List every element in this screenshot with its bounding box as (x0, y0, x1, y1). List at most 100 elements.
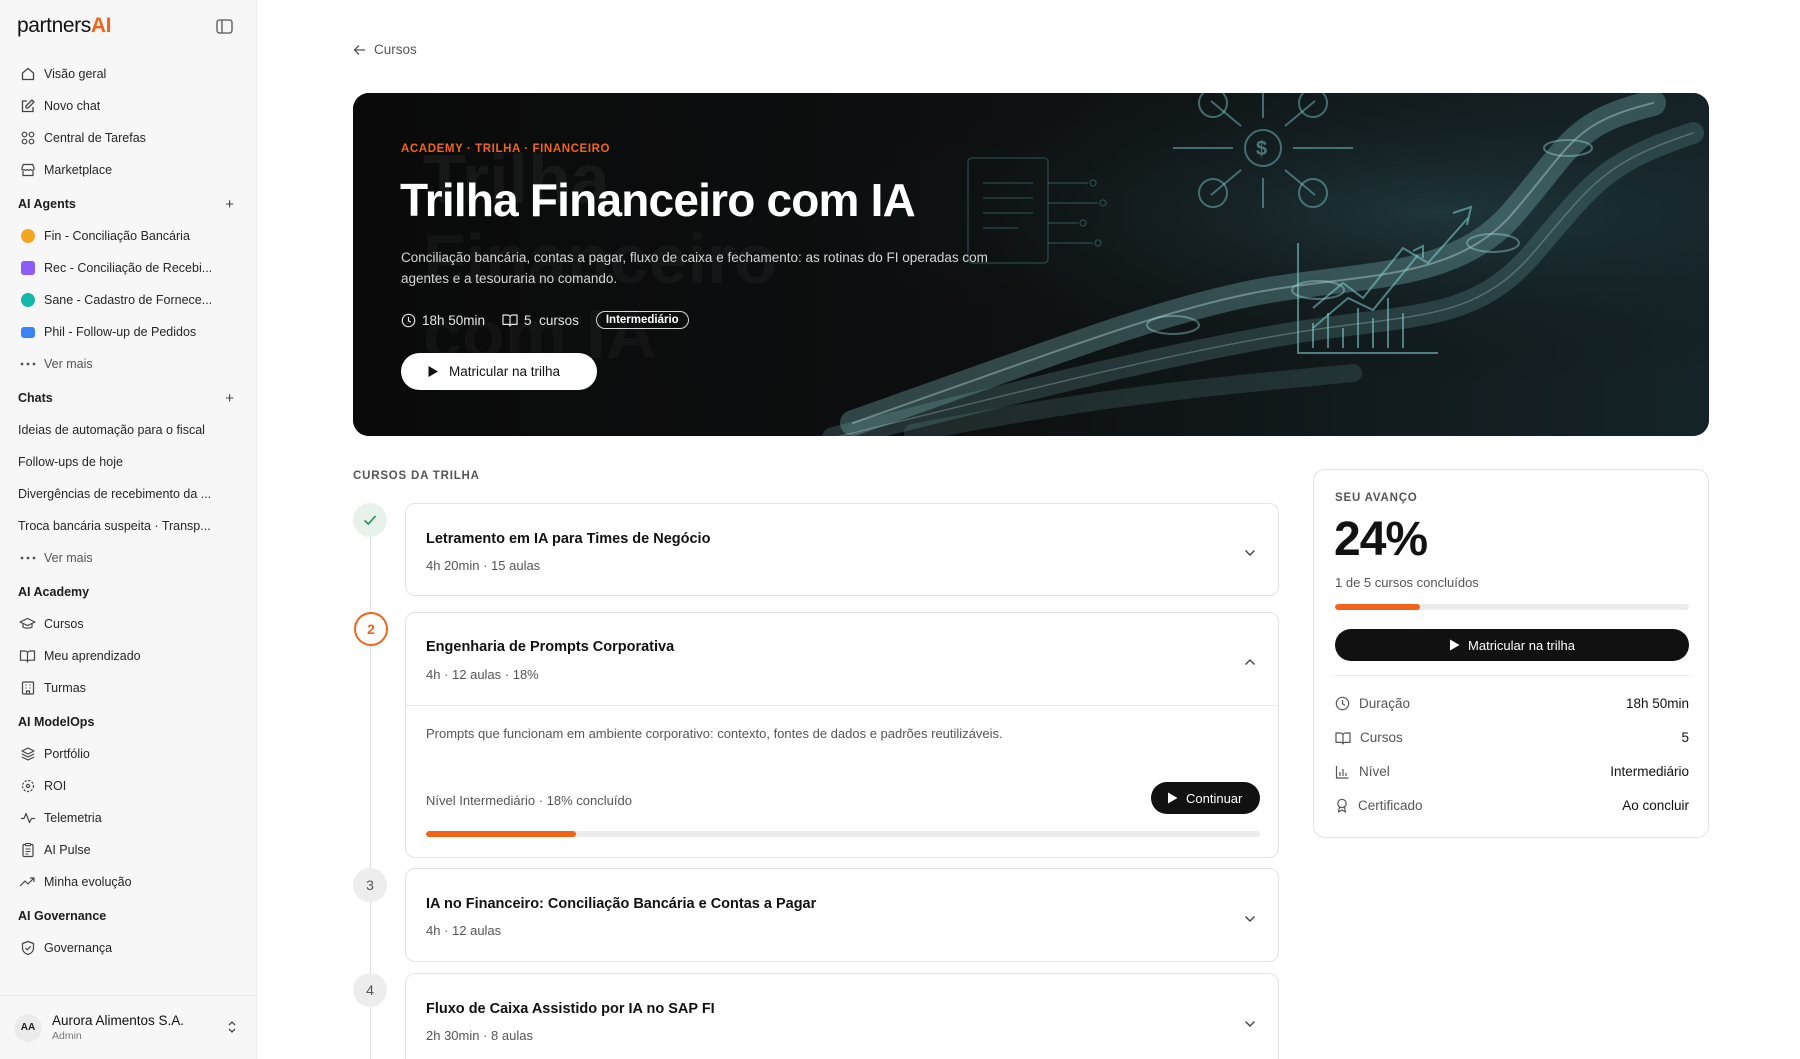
chat-title: Follow-ups de hoje (18, 455, 123, 469)
course-title: Engenharia de Prompts Corporativa (426, 639, 675, 655)
org-role: Admin (52, 1030, 82, 1042)
course-level-status: Nível Intermediário · 18% concluído (426, 793, 632, 808)
course-title: IA no Financeiro: Conciliação Bancária e… (426, 896, 817, 912)
hero-eyebrow: ACADEMY · TRILHA · FINANCEIRO (401, 143, 611, 155)
sidebar-item-turmas[interactable]: Turmas (0, 672, 256, 704)
section-title: AI ModelOps (18, 715, 95, 729)
overall-progress-fill (1335, 604, 1420, 610)
detail-value: 5 (1681, 730, 1689, 745)
hero-description: Conciliação bancária, contas a pagar, fl… (401, 250, 988, 286)
sidebar-item-governanca[interactable]: Governança (0, 932, 256, 964)
agent-avatar-icon (19, 228, 36, 245)
hero-duration: 18h 50min (401, 313, 485, 328)
sidebar-item-agent-rec[interactable]: Rec - Conciliação de Recebi... (0, 252, 256, 284)
step-number: 3 (353, 868, 387, 902)
award-icon (1337, 798, 1347, 813)
section-title: AI Academy (18, 585, 90, 599)
chat-title: Ideias de automação para o fiscal (18, 423, 205, 437)
org-switcher[interactable]: AA Aurora Alimentos S.A. Admin (0, 995, 256, 1059)
agents-see-more[interactable]: Ver mais (0, 348, 256, 380)
detail-key: Certificado (1358, 798, 1423, 813)
sidebar-item-cursos[interactable]: Cursos (0, 608, 256, 640)
chat-item[interactable]: Divergências de recebimento da ... (0, 478, 256, 510)
brand-logo[interactable]: partners AI (17, 14, 111, 40)
svg-text:$: $ (1256, 138, 1267, 160)
panel-divider (1335, 675, 1689, 676)
section-title: AI Governance (18, 909, 107, 923)
clock-icon (401, 313, 416, 327)
continue-button[interactable]: Continuar (1151, 782, 1260, 814)
sidebar-item-minha-evolucao[interactable]: Minha evolução (0, 866, 256, 898)
course-meta: 4h 20min · 15 aulas (426, 558, 541, 573)
sidebar-item-label: Rec - Conciliação de Recebi... (44, 261, 213, 275)
sidebar-item-telemetria[interactable]: Telemetria (0, 802, 256, 834)
edit-icon (19, 98, 36, 115)
sidebar-item-ai-pulse[interactable]: AI Pulse (0, 834, 256, 866)
course-meta: 4h · 12 aulas (426, 923, 502, 938)
book-open-icon (502, 314, 518, 327)
chevron-up-icon[interactable] (1244, 653, 1256, 671)
chat-item[interactable]: Troca bancária suspeita · Transp... (0, 510, 256, 542)
add-agent-icon[interactable]: + (225, 196, 234, 213)
sidebar-item-portfolio[interactable]: Portfólio (0, 738, 256, 770)
course-card[interactable]: Fluxo de Caixa Assistido por IA no SAP F… (405, 973, 1279, 1059)
sidebar-item-central-tarefas[interactable]: Central de Tarefas (0, 122, 256, 154)
sidebar-item-label: Sane - Cadastro de Fornece... (44, 293, 213, 307)
section-chats: Chats + (0, 382, 256, 414)
agent-avatar-icon (19, 324, 36, 341)
sidebar-item-label: Novo chat (44, 99, 101, 113)
step-done-indicator (353, 503, 387, 537)
hero-banner: Trilha Financeiro com IA $ ACADEMY · TRI… (353, 93, 1709, 436)
sidebar-item-label: Minha evolução (44, 875, 132, 889)
target-icon (19, 778, 36, 795)
chevron-down-icon[interactable] (1244, 1015, 1256, 1033)
chevron-down-icon[interactable] (1244, 544, 1256, 562)
chats-see-more[interactable]: Ver mais (0, 542, 256, 574)
sidebar-nav: Visão geral Novo chat Central de Tarefas… (0, 58, 256, 964)
chat-item[interactable]: Follow-ups de hoje (0, 446, 256, 478)
chevron-down-icon[interactable] (1244, 910, 1256, 928)
sidebar-toggle-icon[interactable] (214, 16, 234, 36)
back-label: Cursos (374, 42, 417, 57)
course-card[interactable]: Letramento em IA para Times de Negócio 4… (405, 503, 1279, 596)
check-icon (363, 515, 377, 526)
course-card[interactable]: IA no Financeiro: Conciliação Bancária e… (405, 868, 1279, 962)
sidebar-item-agent-sane[interactable]: Sane - Cadastro de Fornece... (0, 284, 256, 316)
sidebar-item-label: Phil - Follow-up de Pedidos (44, 325, 197, 339)
sidebar-item-label: Visão geral (44, 67, 107, 81)
add-chat-icon[interactable]: + (225, 390, 234, 407)
sidebar-item-label: Ver mais (44, 551, 93, 565)
detail-value: Intermediário (1610, 764, 1689, 779)
step-number-active: 2 (354, 612, 388, 646)
course-meta: 2h 30min · 8 aulas (426, 1028, 533, 1043)
bar-chart-icon (1335, 765, 1349, 779)
sidebar-item-label: Marketplace (44, 163, 113, 177)
progress-panel: SEU AVANÇO 24% 1 de 5 cursos concluídos … (1313, 469, 1709, 838)
sidebar-item-roi[interactable]: ROI (0, 770, 256, 802)
panel-enroll-label: Matricular na trilha (1468, 637, 1575, 653)
sidebar-item-visao-geral[interactable]: Visão geral (0, 58, 256, 90)
detail-key: Nível (1359, 764, 1390, 779)
overall-progress-bar (1335, 604, 1689, 610)
chat-item[interactable]: Ideias de automação para o fiscal (0, 414, 256, 446)
layers-icon (19, 746, 36, 763)
play-icon (1168, 792, 1178, 804)
course-card-expanded[interactable]: Engenharia de Prompts Corporativa 4h · 1… (405, 612, 1279, 858)
sidebar-item-label: Portfólio (44, 747, 90, 761)
brand-part1: partners (17, 14, 91, 37)
sidebar-item-marketplace[interactable]: Marketplace (0, 154, 256, 186)
sidebar-item-agent-phil[interactable]: Phil - Follow-up de Pedidos (0, 316, 256, 348)
back-link[interactable]: Cursos (353, 42, 417, 57)
agent-avatar-icon (19, 260, 36, 277)
sidebar-item-meu-aprendizado[interactable]: Meu aprendizado (0, 640, 256, 672)
sidebar-item-agent-fin[interactable]: Fin - Conciliação Bancária (0, 220, 256, 252)
sidebar-item-label: Fin - Conciliação Bancária (44, 229, 190, 243)
sidebar-item-novo-chat[interactable]: Novo chat (0, 90, 256, 122)
more-icon (19, 550, 36, 567)
panel-enroll-button[interactable]: Matricular na trilha (1335, 629, 1689, 661)
hero-meta: 18h 50min 5 cursos Intermediário (401, 311, 689, 329)
enroll-button[interactable]: Matricular na trilha (401, 353, 597, 390)
sidebar-item-label: Ver mais (44, 357, 93, 371)
hero-duration-value: 18h 50min (422, 312, 486, 328)
more-icon (19, 356, 36, 373)
